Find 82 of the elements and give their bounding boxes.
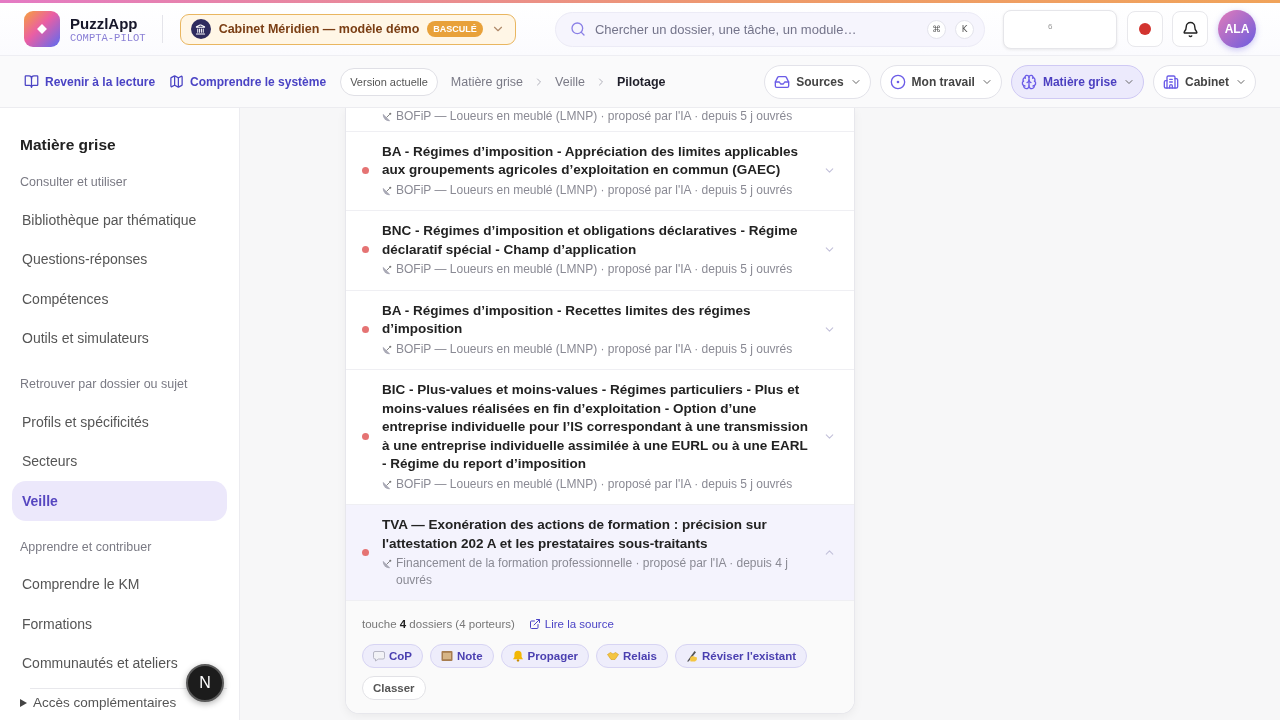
item-title: BA - Régimes d’imposition - Appréciation des limites applicables aux groupements agricoles d’exploitation en commun (GAEC) [382,142,800,179]
feed-item[interactable]: BA - Régimes d’imposition - Recettes limites des régimes d’imposition BOFiP — Loueurs en meublé (LMNP) · proposé par l'IA · depuis 5 j ouvrés [346,289,854,369]
app-name: PuzzlApp [70,14,139,32]
handshake-icon [607,650,620,662]
satellite-dish-icon [382,478,393,490]
item-meta: BOFiP — Loueurs en meublé (LMNP) · proposé par l'IA · depuis 5 j ouvrés [396,475,793,492]
sidebar-item[interactable]: Comprendre le KM [12,564,227,604]
breadcrumb-current: Pilotage [616,74,666,89]
menu-button[interactable]: Mon travail [879,64,1002,99]
notifications-button[interactable] [1172,11,1208,47]
feed-item[interactable]: BA - Régimes d’imposition - Appréciation des limites applicables aux groupements agricoles d’exploitation en commun (GAEC) BOFiP — Loueurs en meublé (LMNP) · proposé par l'IA · depuis 5 j ouvrés [346,130,854,210]
shortcut-key: K [955,19,974,39]
sidebar-item[interactable]: Secteurs [12,441,227,481]
bank-icon [190,19,211,39]
search-icon [569,21,586,37]
search-input[interactable]: Chercher un dossier, une tâche, un module… [594,12,918,46]
user-avatar[interactable]: ALA [1218,10,1256,48]
action-button[interactable]: Classer [362,676,426,700]
satellite-dish-icon [382,264,393,275]
bell-icon [511,650,524,662]
section-heading: Consulter et utiliser [19,174,128,191]
action-button[interactable]: Réviser l'existant [674,644,808,668]
sidebar-item[interactable]: Profils et spécificités [12,402,227,442]
record-dot-icon [1139,23,1151,35]
item-title: BIC - Plus-values et moins-values - Régimes particuliers - Plus et moins-values réalisées en fin d’exploitation - Option d’une entreprise individuelle pour l’IS correspondant à une transmission à une entreprise individuelle assimilée à une EURL ou à une EARL - Régime du report d’imposition [382,381,810,473]
building-icon [1163,73,1179,90]
sidebar-item[interactable]: Veille [12,481,227,521]
action-button[interactable]: Propager [500,644,590,668]
item-meta: BOFiP — Loueurs en meublé (LMNP) · proposé par l'IA · depuis 5 j ouvrés [396,108,793,125]
section-heading: Apprendre et contribuer [19,538,153,556]
speech-bubble-icon [373,650,385,662]
action-button[interactable]: CoP [362,644,423,668]
writing-hand-icon [685,650,698,662]
bell-icon [1181,20,1199,38]
satellite-dish-icon [382,343,393,355]
menu-button[interactable]: Matière grise [1010,64,1144,99]
workspace-selector[interactable]: Cabinet Méridien — modèle démo BASCULÉ [179,13,516,45]
record-button[interactable] [1127,11,1163,47]
version-selector[interactable]: Version actuelle [340,67,438,96]
item-meta: BOFiP — Loueurs en meublé (LMNP) · proposé par l'IA · depuis 5 j ouvrés [396,261,793,278]
item-meta: BOFiP — Loueurs en meublé (LMNP) · proposé par l'IA · depuis 5 j ouvrés [396,181,793,198]
action-button[interactable]: Note [430,644,494,668]
impact-text: touche 4 dossiers (4 porteurs) [362,617,515,632]
breadcrumb-link[interactable]: Veille [555,74,585,89]
item-title: BNC - Régimes d’imposition et obligations déclaratives - Régime déclaratif spécial - Champ d’application [382,222,799,259]
sidebar-item[interactable]: Bibliothèque par thématique [12,200,227,240]
search-field[interactable]: Chercher un dossier, une tâche, un module… ⌘ K [554,11,985,47]
sidebar-item[interactable]: Questions-réponses [12,239,227,279]
item-title: TVA — Exonération des actions de formation : précision sur l'attestation 202 A et les prestataires sous-traitants [382,516,768,553]
nav-link[interactable]: Revenir à la lecture [24,74,156,89]
inbox-icon [774,73,791,90]
status-count: 6 [1048,21,1053,31]
feed-item[interactable]: TVA — Exonération des actions de formation : précision sur l'attestation 202 A et les prestataires sous-traitants Financement de la formation professionnelle · proposé par l'IA · depuis 4 j ouvrés [346,504,854,600]
item-meta: Financement de la formation professionnelle · proposé par l'IA · depuis 4 j ouvrés [396,555,789,588]
nav-link[interactable]: Comprendre le système [169,74,327,89]
external-link-icon [528,618,541,630]
open-book-icon [24,74,39,89]
satellite-dish-icon [382,558,393,569]
section-heading: Retrouver par dossier ou sujet [19,376,189,393]
brain-icon [1020,73,1037,90]
item-title: BA - Régimes d’imposition - Recettes limites des régimes d’imposition [382,301,752,338]
sidebar-item[interactable]: Outils et simulateurs [12,318,227,358]
breadcrumb-link[interactable]: Matière grise [450,74,524,89]
sidebar-title: Matière grise [19,135,117,155]
circle-dot-icon [889,73,906,90]
status-badge: BASCULÉ [427,21,483,37]
feed-item[interactable]: BNC - Régimes d’imposition et obligations déclaratives - Régime déclaratif spécial - Champ d’application BOFiP — Loueurs en meublé (LMNP) · proposé par l'IA · depuis 5 j ouvrés [346,210,854,290]
app-tagline: COMPTA-PILOT [70,31,146,44]
action-button[interactable]: Relais [596,644,668,668]
feed-item[interactable] [346,369,854,504]
satellite-dish-icon [382,111,393,122]
item-meta: BOFiP — Loueurs en meublé (LMNP) · proposé par l'IA · depuis 5 j ouvrés [396,340,793,357]
map-icon [169,74,185,89]
menu-button[interactable]: Cabinet [1153,64,1256,99]
shortcut-key: ⌘ [927,19,946,39]
menu-button[interactable]: Sources [764,64,871,99]
sidebar-item[interactable]: Formations [12,604,227,644]
source-link[interactable]: Lire la source [528,618,614,630]
sidebar-item[interactable]: Compétences [12,279,227,319]
satellite-dish-icon [382,184,393,196]
app-logo-icon [24,11,60,47]
scroll-icon [441,650,453,662]
